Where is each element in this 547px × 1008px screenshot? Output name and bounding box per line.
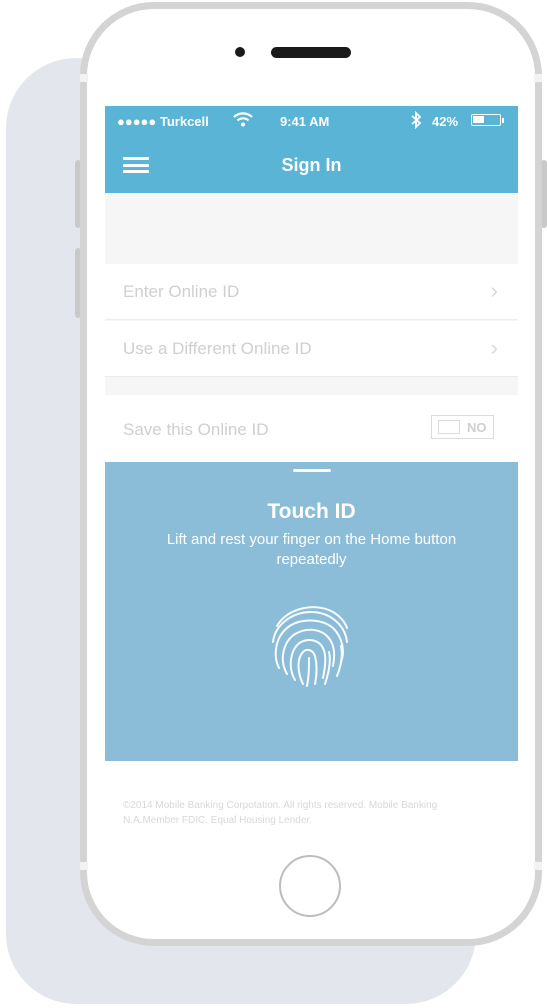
toggle-knob [438, 420, 460, 434]
page-title: Sign In [281, 155, 342, 175]
app-screen: ●●●●● Turkcell 9:41 AM 42% Sign In Enter… [105, 106, 518, 838]
touch-id-title: Touch ID [267, 500, 356, 523]
antenna-line [534, 74, 542, 82]
panel-grabber[interactable] [293, 469, 331, 472]
home-button[interactable] [279, 855, 341, 917]
front-camera [235, 47, 245, 57]
antenna-line [534, 862, 542, 870]
earpiece-speaker [271, 47, 351, 58]
antenna-line [80, 862, 88, 870]
different-online-id-label: Use a Different Online ID [123, 339, 312, 358]
bottom-detail [176, 940, 192, 944]
battery-icon [471, 114, 501, 126]
fingerprint-icon [263, 596, 359, 692]
antenna-line [80, 74, 88, 82]
chevron-right-icon: › [490, 278, 498, 303]
battery-percent: 42% [432, 114, 459, 129]
wifi-icon [233, 110, 253, 131]
save-online-id-row: Save this Online ID NO [105, 395, 518, 462]
footer-copyright: ©2014 Mobile Banking Corpotation. All ri… [123, 800, 438, 826]
enter-online-id-label: Enter Online ID [123, 282, 240, 301]
bluetooth-icon [410, 110, 422, 133]
status-bar: ●●●●● Turkcell 9:41 AM 42% [105, 106, 518, 136]
touch-id-instructions: Lift and rest your finger on the Home bu… [166, 531, 457, 568]
enter-online-id-row[interactable]: Enter Online ID › [105, 264, 518, 320]
save-online-id-label: Save this Online ID [123, 420, 269, 439]
different-online-id-row[interactable]: Use a Different Online ID › [105, 321, 518, 377]
nav-bar: Sign In [105, 136, 518, 193]
status-time: 9:41 AM [280, 114, 330, 129]
battery-tip [502, 118, 504, 123]
save-online-id-toggle[interactable]: NO [431, 415, 494, 439]
battery-level [473, 116, 484, 123]
toggle-value: NO [467, 420, 487, 435]
footer: ©2014 Mobile Banking Corpotation. All ri… [105, 761, 518, 838]
chevron-right-icon: › [490, 335, 498, 360]
bottom-detail [296, 940, 326, 944]
touch-id-panel: Touch ID Lift and rest your finger on th… [105, 462, 518, 761]
carrier-label: ●●●●● Turkcell [117, 114, 209, 129]
